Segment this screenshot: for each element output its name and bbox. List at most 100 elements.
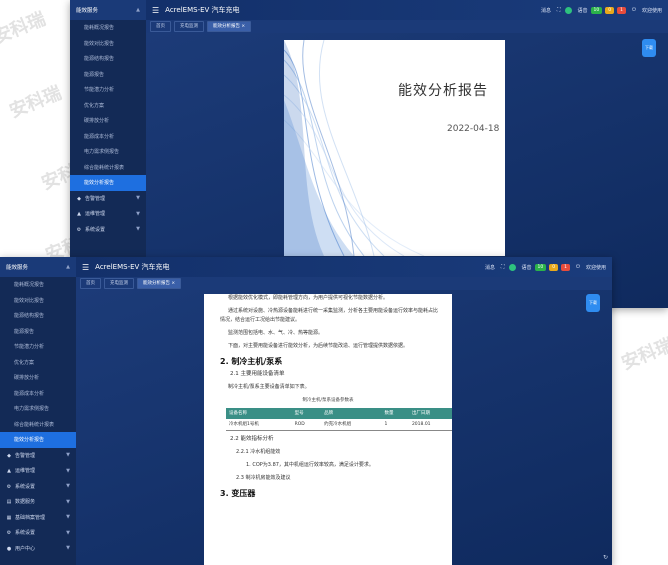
- chevron-down-icon: ▼: [66, 545, 70, 552]
- header-bar: ☰ AcrelEMS-EV 汽车充电 消息 ⛶ 语音 10 0 1 ⏻ 欢迎使用: [76, 257, 612, 277]
- sidebar-item[interactable]: 碳排放分析: [70, 113, 146, 129]
- tab-monitor[interactable]: 充电监测: [174, 21, 204, 32]
- status-dot: [508, 263, 516, 271]
- sidebar-group[interactable]: ● 用户中心 ▼: [0, 541, 76, 557]
- sidebar-item[interactable]: 电力需求侧报告: [0, 401, 76, 417]
- sidebar-item-active[interactable]: 能效分析报告: [0, 432, 76, 448]
- sidebar-item[interactable]: 优化方案: [0, 355, 76, 371]
- sidebar-group[interactable]: ▲ 运维管理 ▼: [0, 463, 76, 479]
- header-messages[interactable]: 消息: [541, 7, 551, 14]
- sidebar-item[interactable]: 电力需求侧报告: [70, 144, 146, 160]
- user-icon: ●: [6, 545, 12, 552]
- table-header: 品牌: [321, 408, 382, 419]
- sidebar-group[interactable]: ⚙ 系统设置 ▼: [0, 525, 76, 541]
- section-heading: 3. 变压器: [220, 489, 256, 498]
- sidebar-item[interactable]: 能效对比报告: [0, 293, 76, 309]
- tab-home[interactable]: 首页: [80, 278, 101, 289]
- table-cell: 冷水机组1号机: [226, 419, 292, 431]
- sidebar-item-active[interactable]: 能效分析报告: [70, 175, 146, 191]
- sidebar-group[interactable]: ⚙ 系统设置 ▼: [0, 479, 76, 495]
- table-row: 冷水机组1号机 ROD 约克冷水机组 1 2018.01: [226, 419, 452, 431]
- sidebar-group-header[interactable]: 能效服务 ▲: [0, 257, 76, 277]
- sidebar-item[interactable]: 节能潜力分析: [0, 339, 76, 355]
- sidebar-group-label: 系统设置: [15, 530, 36, 537]
- sidebar-group[interactable]: ▦ 基础档案管理 ▼: [0, 510, 76, 526]
- sidebar-group[interactable]: ▤ 数据服务 ▼: [0, 494, 76, 510]
- count-badge-red[interactable]: 1: [561, 263, 571, 271]
- sidebar-item[interactable]: 能源报告: [70, 67, 146, 83]
- gear-icon: ⚙: [76, 226, 82, 233]
- table-cell: 2018.01: [408, 419, 452, 431]
- sidebar-item[interactable]: 能耗概况报告: [0, 277, 76, 293]
- sidebar-group-label: 系统设置: [85, 226, 106, 233]
- table-caption: 制冷主机/泵系设备参数表: [302, 398, 354, 403]
- equipment-table: 设备名称 型号 品牌 数量 出厂日期 冷水机组1号机 ROD 约克冷水机组 1 …: [226, 408, 452, 431]
- header-voice[interactable]: 语音: [522, 264, 532, 271]
- sidebar-item[interactable]: 综合能耗统计报表: [0, 417, 76, 433]
- table-cell: ROD: [291, 419, 322, 431]
- tab-report[interactable]: 能效分析报告 ×: [207, 21, 252, 32]
- power-icon[interactable]: ⏻: [632, 7, 636, 13]
- sidebar-group-settings[interactable]: ⚙ 系统设置 ▼: [70, 222, 146, 238]
- sidebar-item[interactable]: 能源成本分析: [70, 129, 146, 145]
- download-button[interactable]: 下载: [642, 39, 656, 57]
- header-messages[interactable]: 消息: [485, 264, 495, 271]
- count-badge-red[interactable]: 1: [617, 6, 627, 14]
- fullscreen-icon[interactable]: ⛶: [501, 264, 505, 270]
- document-body-page: 根据能效优化模式，即能耗管理方向，为用户提供可视化节能数据分析。 通过系统对设施…: [204, 294, 452, 565]
- table-cell: 约克冷水机组: [321, 419, 382, 431]
- tab-home[interactable]: 首页: [150, 21, 171, 32]
- status-dot: [564, 6, 572, 14]
- subsection-heading: 2.3 制冷机房能效及建议: [236, 475, 291, 481]
- folder-icon: ▦: [6, 514, 12, 521]
- sidebar-group-label: 用户中心: [15, 545, 36, 552]
- chevron-down-icon: ▼: [66, 529, 70, 536]
- chevron-up-icon: ▲: [66, 264, 70, 270]
- tab-monitor[interactable]: 充电监测: [104, 278, 134, 289]
- count-badge-yellow[interactable]: 0: [605, 6, 615, 14]
- sidebar-group-alarm[interactable]: ◆ 告警管理 ▼: [70, 191, 146, 207]
- count-badge-green[interactable]: 10: [534, 263, 547, 271]
- sidebar-item[interactable]: 能效对比报告: [70, 36, 146, 52]
- subsection-heading: 2.2.1 冷水机组能效: [236, 449, 281, 455]
- user-menu[interactable]: 欢迎使用: [642, 7, 662, 14]
- tab-report[interactable]: 能效分析报告 ×: [137, 278, 182, 289]
- chevron-down-icon: ▼: [66, 452, 70, 459]
- app-window-bottom: 能效服务 ▲ 能耗概况报告 能效对比报告 能源结构报告 能源报告 节能潜力分析 …: [0, 257, 612, 565]
- report-paragraph: 1. COP为3.87，其中机组运行效率较高，满足设计要求。: [246, 462, 374, 468]
- sidebar-item[interactable]: 综合能耗统计报表: [70, 160, 146, 176]
- chevron-down-icon: ▼: [66, 514, 70, 521]
- tab-bar: 首页 充电监测 能效分析报告 ×: [146, 20, 668, 33]
- table-header: 设备名称: [226, 408, 292, 419]
- sidebar-item[interactable]: 能源成本分析: [0, 386, 76, 402]
- refresh-icon[interactable]: ↻: [603, 554, 608, 561]
- database-icon: ▤: [6, 499, 12, 506]
- sidebar-item[interactable]: 碳排放分析: [0, 370, 76, 386]
- table-header: 型号: [291, 408, 322, 419]
- table-header: 出厂日期: [408, 408, 452, 419]
- sidebar-group-header[interactable]: 能效服务 ▲: [70, 0, 146, 20]
- power-icon[interactable]: ⏻: [576, 264, 580, 270]
- subsection-heading: 2.1 主要用能设备清单: [230, 371, 285, 377]
- bell-icon: ◆: [77, 195, 81, 202]
- fullscreen-icon[interactable]: ⛶: [557, 7, 561, 13]
- chevron-down-icon: ▼: [66, 467, 70, 474]
- sidebar-group-ops[interactable]: ▲ 运维管理 ▼: [70, 206, 146, 222]
- count-badge-green[interactable]: 10: [590, 6, 603, 14]
- sidebar-group[interactable]: ◆ 告警管理 ▼: [0, 448, 76, 464]
- watermark: 安科瑞: [0, 8, 49, 49]
- sidebar-item[interactable]: 优化方案: [70, 98, 146, 114]
- sidebar-item[interactable]: 能源结构报告: [0, 308, 76, 324]
- user-menu[interactable]: 欢迎使用: [586, 264, 606, 271]
- sidebar-item[interactable]: 能源结构报告: [70, 51, 146, 67]
- menu-icon[interactable]: ☰: [82, 263, 89, 272]
- sidebar-item[interactable]: 节能潜力分析: [70, 82, 146, 98]
- download-button[interactable]: 下载: [586, 294, 600, 312]
- menu-icon[interactable]: ☰: [152, 6, 159, 15]
- sidebar-group-label: 告警管理: [15, 452, 36, 459]
- report-paragraph: 下面，对主要用能设备进行能效分析，为后续节能改造、运行管理提供数据依据。: [228, 343, 409, 349]
- sidebar-item[interactable]: 能源报告: [0, 324, 76, 340]
- header-voice[interactable]: 语音: [578, 7, 588, 14]
- sidebar-item[interactable]: 能耗概况报告: [70, 20, 146, 36]
- count-badge-yellow[interactable]: 0: [549, 263, 559, 271]
